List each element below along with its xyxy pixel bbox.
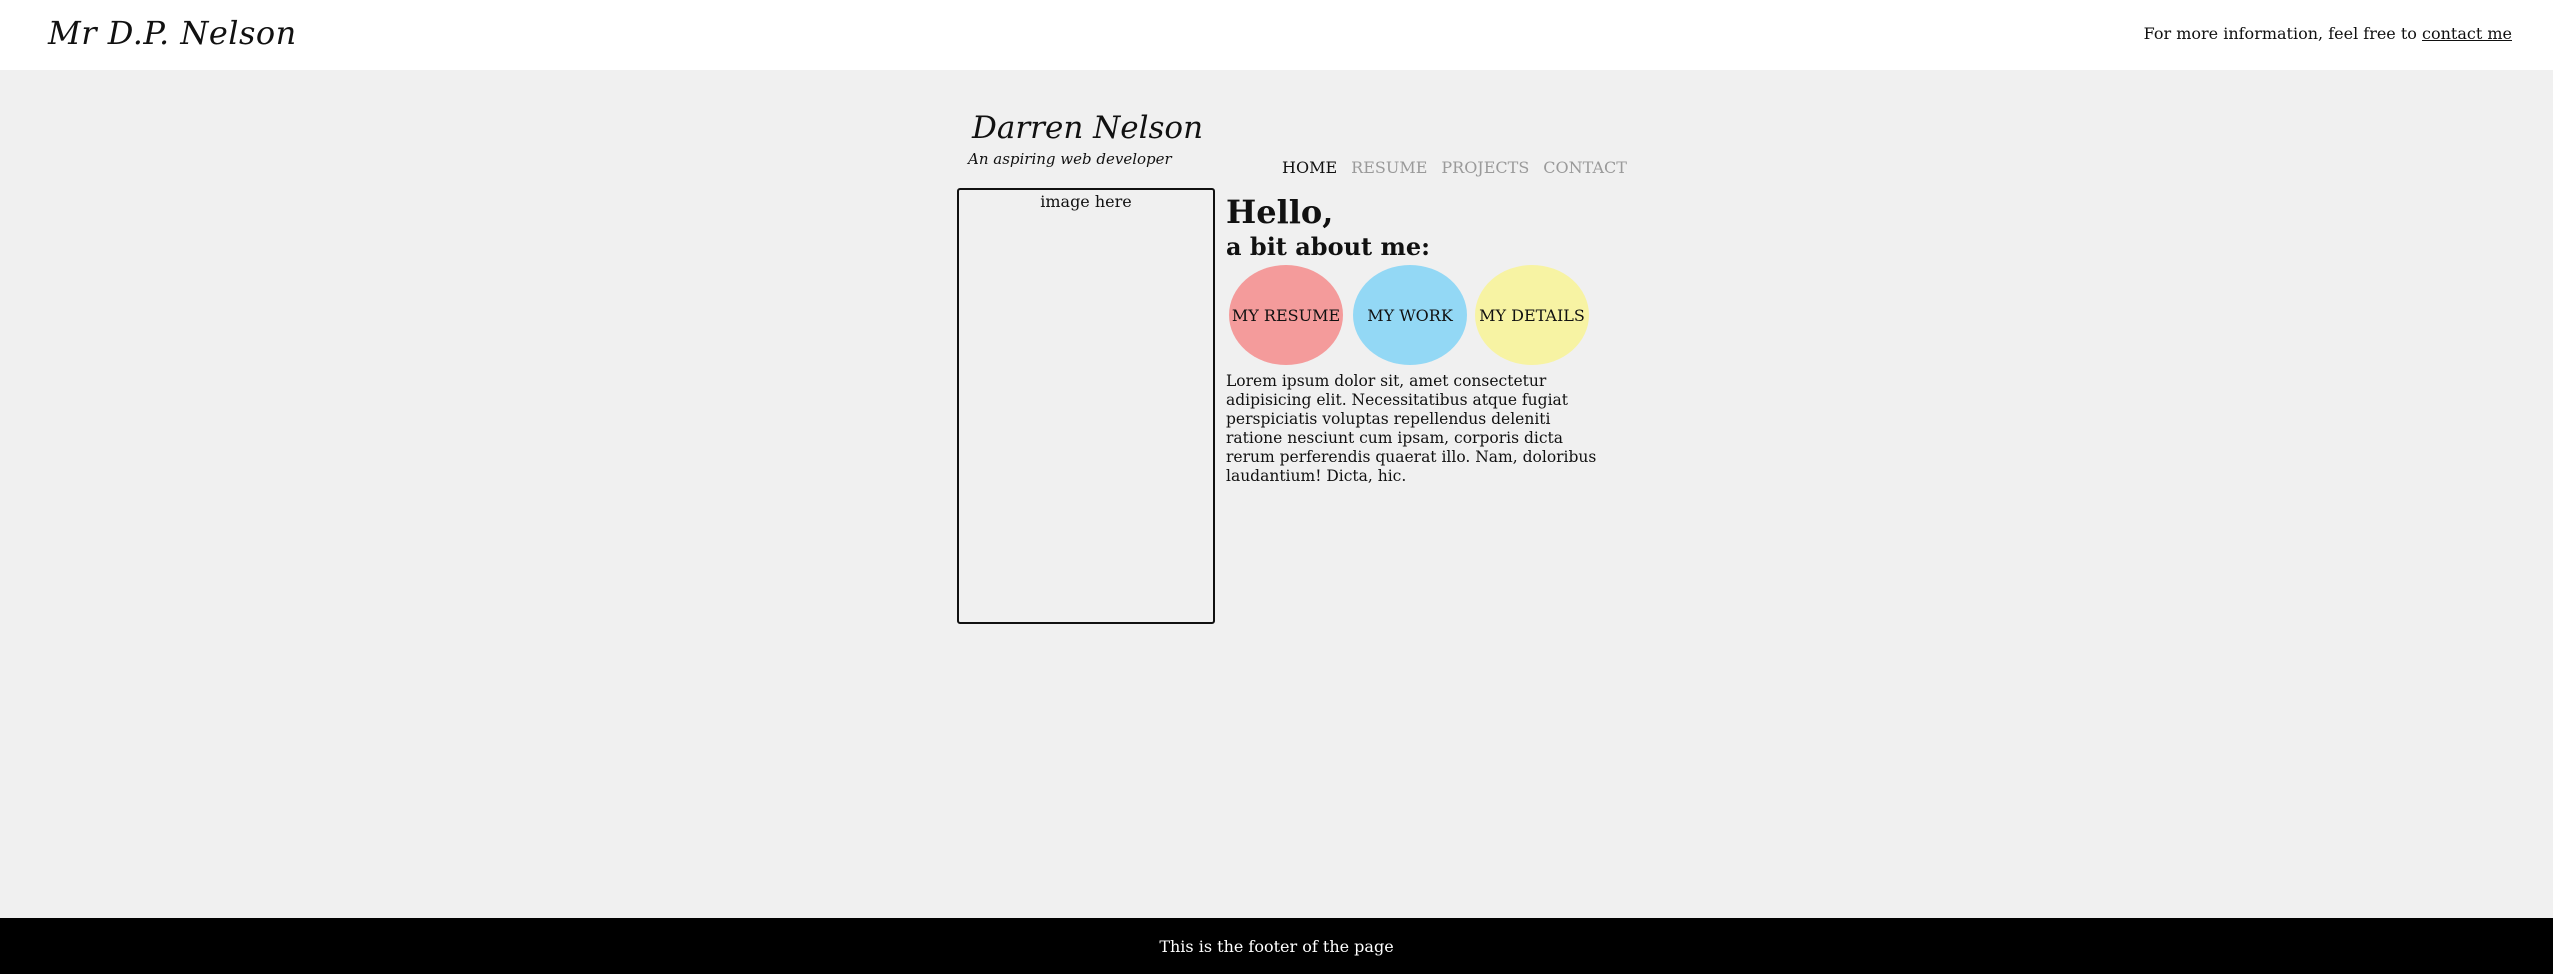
profile-image-placeholder: image here xyxy=(957,188,1215,624)
footer-text: This is the footer of the page xyxy=(1159,936,1394,956)
main-nav: HOME RESUME PROJECTS CONTACT xyxy=(1282,158,1627,177)
my-details-button[interactable]: MY DETAILS xyxy=(1475,265,1589,365)
contact-info-text: For more information, feel free to xyxy=(2143,24,2423,43)
my-work-button[interactable]: MY WORK xyxy=(1353,265,1467,365)
footer: This is the footer of the page xyxy=(0,918,2553,974)
nav-home[interactable]: HOME xyxy=(1282,158,1337,177)
contact-me-link[interactable]: contact me xyxy=(2422,24,2512,43)
about-subheading: a bit about me: xyxy=(1226,232,1430,261)
about-paragraph: Lorem ipsum dolor sit, amet consectetur … xyxy=(1226,372,1597,485)
nav-contact[interactable]: CONTACT xyxy=(1543,158,1627,177)
nav-projects[interactable]: PROJECTS xyxy=(1441,158,1529,177)
top-bar: Mr D.P. Nelson For more information, fee… xyxy=(0,0,2553,70)
site-name: Darren Nelson xyxy=(972,110,1204,146)
brand-logo[interactable]: Mr D.P. Nelson xyxy=(48,14,297,52)
contact-info: For more information, feel free to conta… xyxy=(2144,24,2512,43)
site-tagline: An aspiring web developer xyxy=(968,150,1172,168)
nav-resume[interactable]: RESUME xyxy=(1351,158,1427,177)
image-placeholder-text: image here xyxy=(1040,192,1132,211)
my-resume-button[interactable]: MY RESUME xyxy=(1229,265,1343,365)
greeting-heading: Hello, xyxy=(1226,193,1334,231)
